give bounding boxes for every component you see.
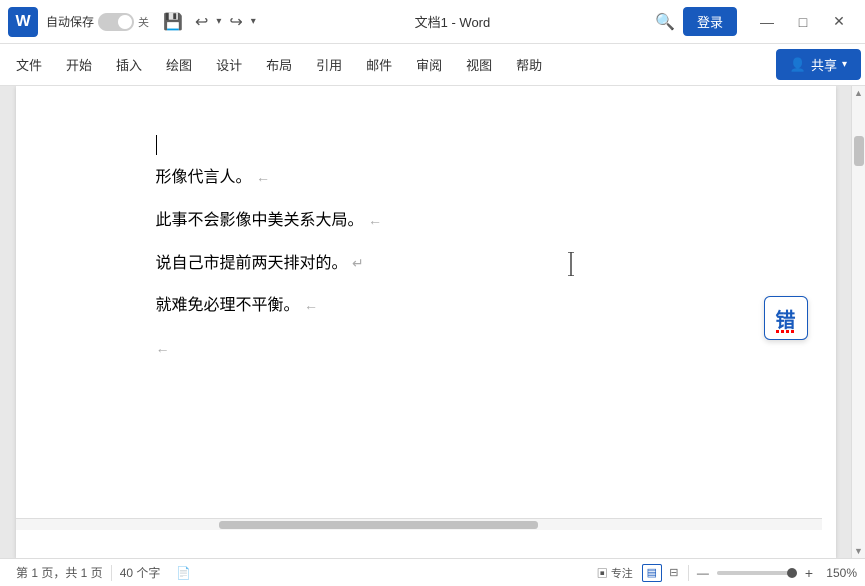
ibeam-cursor <box>566 250 576 279</box>
search-button[interactable]: 🔍 <box>647 8 683 36</box>
zoom-slider[interactable] <box>717 571 797 575</box>
web-layout-icon[interactable]: ⊟ <box>664 564 684 582</box>
quick-access-dropdown[interactable]: ▾ <box>249 12 258 31</box>
share-label: 共享 <box>811 55 837 74</box>
save-button[interactable]: 💾 <box>157 8 189 36</box>
zoom-in-button[interactable]: + <box>801 563 817 583</box>
document-title: 文档1 - Word <box>258 12 647 31</box>
vertical-scrollbar[interactable]: ▲ ▼ <box>851 86 865 558</box>
focus-icon: ▣ <box>597 568 608 580</box>
menu-review[interactable]: 审阅 <box>404 49 454 80</box>
share-button[interactable]: 👤 共享 ▾ <box>776 49 861 80</box>
scroll-up-arrow[interactable]: ▲ <box>852 86 865 100</box>
spell-check-button[interactable]: 错 <box>764 296 808 340</box>
print-layout-icon[interactable]: ▤ <box>642 564 662 582</box>
title-bar: W 自动保存 关 💾 ↩ ▾ ↪ ▾ 文档1 - Word 🔍 登录 — □ ✕ <box>0 0 865 44</box>
paragraph-1: 形像代言人。 ← <box>156 164 776 193</box>
para-4-pilcrow: ← <box>304 297 318 313</box>
para-5-pilcrow: ← <box>156 340 170 356</box>
zoom-thumb[interactable] <box>787 568 797 578</box>
menu-references[interactable]: 引用 <box>304 49 354 80</box>
para-2-pilcrow: ← <box>368 212 382 228</box>
focus-label: 专注 <box>611 568 633 580</box>
view-icons: ▤ ⊟ <box>642 564 684 582</box>
document-scroll[interactable]: 形像代言人。 ← 此事不会影像中美关系大局。 ← 说自己市提前两天排对的。 ↵ <box>0 86 851 558</box>
undo-button[interactable]: ↩ <box>189 8 214 36</box>
spell-squiggle <box>776 330 796 333</box>
spell-char: 错 <box>776 304 796 333</box>
para-2-text: 此事不会影像中美关系大局。 <box>156 212 364 229</box>
document-content[interactable]: 形像代言人。 ← 此事不会影像中美关系大局。 ← 说自己市提前两天排对的。 ↵ <box>16 86 836 398</box>
para-3-pilcrow: ↵ <box>352 255 364 271</box>
status-bar: 第 1 页，共 1 页 40 个字 📄 ▣ 专注 ▤ ⊟ — + 150% <box>0 558 865 586</box>
horizontal-scrollbar[interactable] <box>16 518 822 530</box>
undo-dropdown-button[interactable]: ▾ <box>214 12 223 31</box>
paragraph-0 <box>156 126 776 156</box>
paragraph-2: 此事不会影像中美关系大局。 ← <box>156 207 776 236</box>
menu-home[interactable]: 开始 <box>54 49 104 80</box>
redo-button[interactable]: ↪ <box>223 8 248 36</box>
word-count: 40 个字 <box>112 564 169 581</box>
para-3-text: 说自己市提前两天排对的。 <box>156 255 348 272</box>
share-dropdown-icon: ▾ <box>842 59 847 70</box>
login-button[interactable]: 登录 <box>683 7 737 36</box>
vscroll-track <box>854 100 864 544</box>
word-count-text: 40 个字 <box>120 564 161 581</box>
proofing-icon: 📄 <box>176 566 191 580</box>
page-info: 第 1 页，共 1 页 <box>8 564 111 581</box>
autosave-area: 自动保存 关 <box>46 13 149 31</box>
menu-bar: 文件 开始 插入 绘图 设计 布局 引用 邮件 审阅 视图 帮助 👤 共享 ▾ <box>0 44 865 86</box>
document-area: 形像代言人。 ← 此事不会影像中美关系大局。 ← 说自己市提前两天排对的。 ↵ <box>0 86 865 558</box>
share-icon: 👤 <box>790 57 806 73</box>
save-icon: 💾 <box>163 14 183 31</box>
para-1-pilcrow: ← <box>256 169 270 185</box>
menu-mailings[interactable]: 邮件 <box>354 49 404 80</box>
autosave-label: 自动保存 <box>46 13 94 30</box>
paragraph-5: ← <box>156 335 776 364</box>
menu-file[interactable]: 文件 <box>4 49 54 80</box>
paragraph-3: 说自己市提前两天排对的。 ↵ <box>156 250 776 279</box>
para-1-text: 形像代言人。 <box>156 169 252 186</box>
minimize-button[interactable]: — <box>749 4 785 40</box>
window-controls: — □ ✕ <box>749 4 857 40</box>
scroll-down-arrow[interactable]: ▼ <box>852 544 865 558</box>
menu-design[interactable]: 设计 <box>204 49 254 80</box>
status-right: ▣ 专注 ▤ ⊟ — + 150% <box>592 563 857 583</box>
autosave-toggle[interactable] <box>98 13 134 31</box>
zoom-percent: 150% <box>821 566 857 580</box>
menu-layout[interactable]: 布局 <box>254 49 304 80</box>
zoom-out-button[interactable]: — <box>693 564 713 582</box>
close-button[interactable]: ✕ <box>821 4 857 40</box>
para-4-text: 就难免必理不平衡。 <box>156 297 300 314</box>
page-info-text: 第 1 页，共 1 页 <box>16 564 103 581</box>
menu-help[interactable]: 帮助 <box>504 49 554 80</box>
hscroll-track <box>20 521 818 529</box>
proofing-status[interactable]: 📄 <box>168 566 199 580</box>
paragraph-4: 就难免必理不平衡。 ← <box>156 292 776 321</box>
top-cursor <box>156 135 157 155</box>
menu-view[interactable]: 视图 <box>454 49 504 80</box>
autosave-state: 关 <box>138 14 149 30</box>
word-logo: W <box>8 7 38 37</box>
menu-draw[interactable]: 绘图 <box>154 49 204 80</box>
maximize-button[interactable]: □ <box>785 4 821 40</box>
vscroll-thumb[interactable] <box>854 136 864 166</box>
toggle-knob <box>118 15 132 29</box>
hscroll-thumb[interactable] <box>219 521 538 529</box>
menu-insert[interactable]: 插入 <box>104 49 154 80</box>
document-page: 形像代言人。 ← 此事不会影像中美关系大局。 ← 说自己市提前两天排对的。 ↵ <box>16 86 836 558</box>
focus-mode-button[interactable]: ▣ 专注 <box>592 563 638 583</box>
status-sep-2 <box>688 565 689 581</box>
